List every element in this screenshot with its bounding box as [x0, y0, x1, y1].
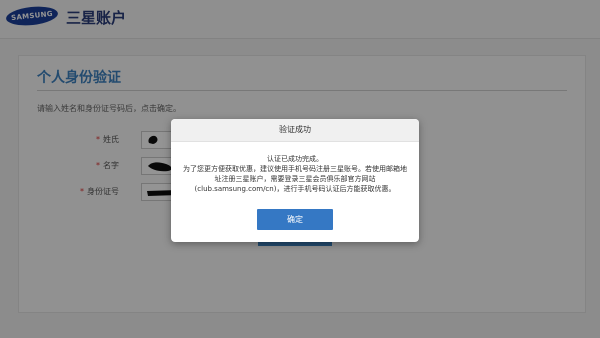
message-line: 址注册三星账户，需要登录三星会员俱乐部官方网站: [214, 175, 376, 183]
message-line: 为了您更方便获取优惠，建议使用手机号码注册三星账号。若使用邮箱地: [183, 165, 407, 173]
dialog-message: 认证已成功完成。 为了您更方便获取优惠，建议使用手机号码注册三星账号。若使用邮箱…: [171, 142, 419, 194]
verification-success-dialog: 验证成功 认证已成功完成。 为了您更方便获取优惠，建议使用手机号码注册三星账号。…: [171, 119, 419, 242]
message-line: 认证已成功完成。: [267, 155, 323, 163]
message-line: (club.samsung.com/cn)，进行手机号码认证后方能获取优惠。: [194, 185, 396, 193]
dialog-title: 验证成功: [171, 119, 419, 142]
ok-button[interactable]: 确定: [257, 209, 333, 230]
